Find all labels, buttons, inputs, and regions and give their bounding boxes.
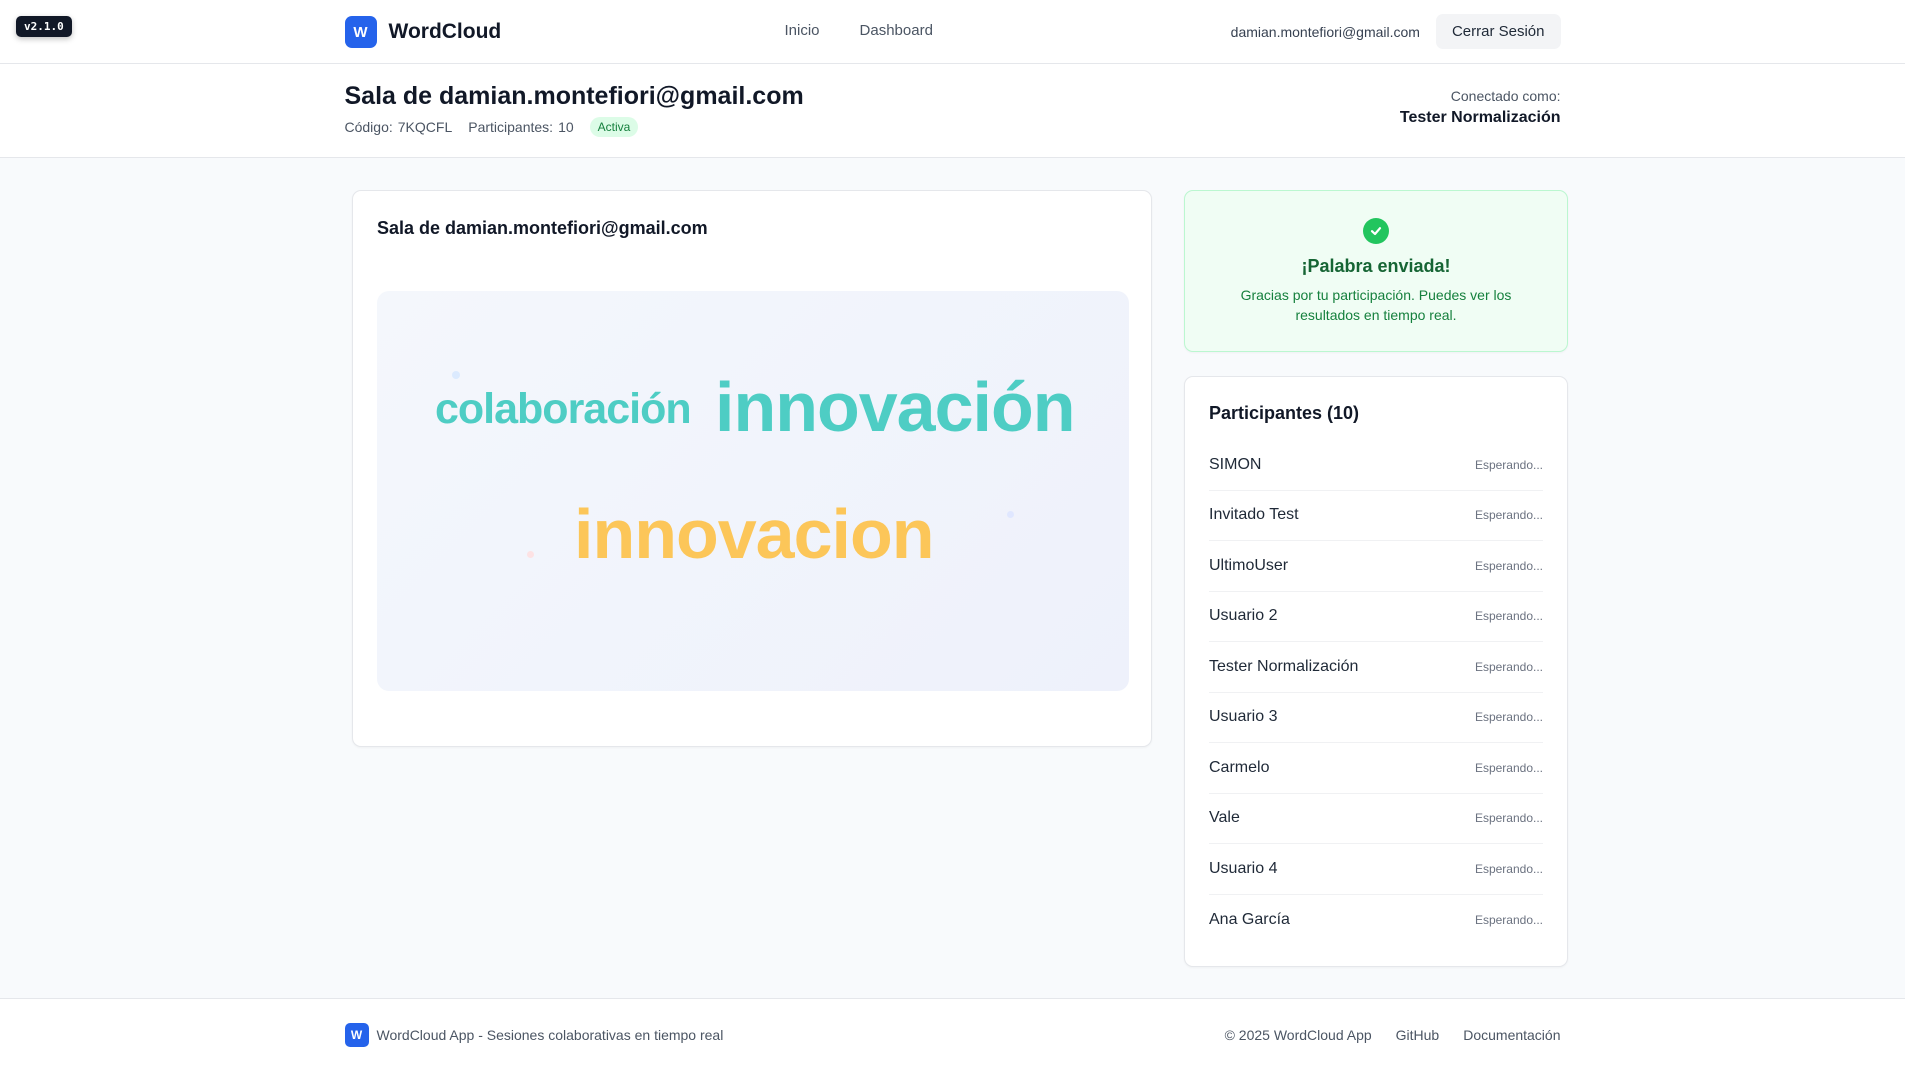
participant-status: Esperando... bbox=[1474, 609, 1543, 624]
list-item: Vale Esperando... bbox=[1209, 794, 1543, 844]
word-innovacion-accent: innovación bbox=[715, 368, 1075, 446]
list-item: Ana García Esperando... bbox=[1209, 895, 1543, 946]
list-item: Carmelo Esperando... bbox=[1209, 743, 1543, 794]
room-meta: Código: 7KQCFL Participantes: 10 Activa bbox=[345, 117, 639, 137]
room-code-value: 7KQCFL bbox=[397, 119, 453, 135]
connected-name: Tester Normalización bbox=[1399, 109, 1561, 126]
participant-status: Esperando... bbox=[1474, 558, 1543, 573]
decor-dot bbox=[1007, 511, 1014, 518]
participant-name: Tester Normalización bbox=[1209, 657, 1359, 675]
participant-status: Esperando... bbox=[1474, 508, 1543, 523]
room-code-label: Código: bbox=[344, 119, 393, 135]
list-item: SIMON Esperando... bbox=[1209, 440, 1543, 491]
participants-card: Participantes (10) SIMON Esperando... In… bbox=[1184, 376, 1568, 967]
word-innovacion: innovacion bbox=[574, 495, 934, 573]
brand-name: WordCloud bbox=[388, 20, 502, 43]
participant-name: Vale bbox=[1209, 809, 1240, 827]
footer: W WordCloud App - Sesiones colaborativas… bbox=[0, 998, 1905, 1072]
footer-tagline: WordCloud App - Sesiones colaborativas e… bbox=[376, 1027, 724, 1043]
word-cloud-canvas: colaboración innovación 2 innovacion 2 bbox=[377, 291, 1129, 691]
list-item: Tester Normalización Esperando... bbox=[1209, 642, 1543, 693]
list-item: UltimoUser Esperando... bbox=[1209, 541, 1543, 592]
brand-logo: W bbox=[344, 16, 377, 48]
participant-status: Esperando... bbox=[1474, 912, 1543, 927]
participants-title: Participantes (10) bbox=[1209, 403, 1360, 423]
participant-status: Esperando... bbox=[1474, 659, 1543, 674]
participant-name: Invitado Test bbox=[1209, 506, 1299, 524]
word-count-innovacion-accent: 2 bbox=[1062, 412, 1069, 424]
footer-copyright: © 2025 WordCloud App bbox=[1224, 1027, 1372, 1043]
room-participants: Participantes: 10 bbox=[468, 119, 573, 135]
room-participants-label: Participantes: bbox=[468, 119, 554, 135]
brand[interactable]: W WordCloud bbox=[344, 16, 502, 48]
footer-link-github[interactable]: GitHub bbox=[1396, 1027, 1440, 1043]
word-cloud-title: Sala de damian.montefiori@gmail.com bbox=[377, 218, 708, 238]
participants-list: SIMON Esperando... Invitado Test Esperan… bbox=[1209, 440, 1543, 945]
connected-as: Conectado como: Tester Normalización bbox=[1400, 88, 1561, 127]
main-content: Sala de damian.montefiori@gmail.com cola… bbox=[352, 190, 1568, 970]
success-title: ¡Palabra enviada! bbox=[1301, 256, 1451, 276]
decor-dot bbox=[452, 371, 460, 379]
participant-status: Esperando... bbox=[1474, 760, 1543, 775]
nav-link-inicio[interactable]: Inicio bbox=[785, 22, 820, 39]
participant-status: Esperando... bbox=[1474, 811, 1543, 826]
list-item: Usuario 3 Esperando... bbox=[1209, 693, 1543, 743]
list-item: Invitado Test Esperando... bbox=[1209, 491, 1543, 541]
room-header: Sala de damian.montefiori@gmail.com Códi… bbox=[0, 64, 1905, 158]
participant-name: Ana García bbox=[1209, 910, 1290, 928]
footer-links: © 2025 WordCloud App GitHub Documentació… bbox=[1225, 1027, 1561, 1043]
success-message: Gracias por tu participación. Puedes ver… bbox=[1240, 287, 1512, 323]
word-count-innovacion: 2 bbox=[924, 538, 931, 550]
participant-name: Usuario 4 bbox=[1209, 859, 1278, 877]
participant-status: Esperando... bbox=[1474, 861, 1543, 876]
room-participants-count: 10 bbox=[558, 119, 574, 135]
success-card: ¡Palabra enviada! Gracias por tu partici… bbox=[1184, 190, 1568, 352]
logout-button[interactable]: Cerrar Sesión bbox=[1435, 14, 1561, 49]
status-badge: Activa bbox=[589, 117, 639, 137]
participant-name: Usuario 2 bbox=[1209, 607, 1278, 625]
list-item: Usuario 4 Esperando... bbox=[1209, 844, 1543, 895]
footer-brand: W WordCloud App - Sesiones colaborativas… bbox=[344, 1023, 724, 1047]
top-navbar: W WordCloud Inicio Dashboard damian.mont… bbox=[0, 0, 1905, 64]
participant-name: Carmelo bbox=[1209, 758, 1270, 776]
connected-label: Conectado como: bbox=[1450, 88, 1561, 104]
decor-dot bbox=[527, 551, 534, 558]
page-title: Sala de damian.montefiori@gmail.com bbox=[344, 82, 804, 110]
footer-link-docs[interactable]: Documentación bbox=[1463, 1027, 1560, 1043]
user-email: damian.montefiori@gmail.com bbox=[1230, 23, 1420, 40]
room-code: Código: 7KQCFL bbox=[345, 119, 453, 135]
nav-link-dashboard[interactable]: Dashboard bbox=[860, 22, 933, 39]
footer-logo: W bbox=[344, 1023, 369, 1047]
participant-name: Usuario 3 bbox=[1209, 708, 1278, 726]
word-cloud-card: Sala de damian.montefiori@gmail.com cola… bbox=[352, 190, 1152, 747]
user-area: damian.montefiori@gmail.com Cerrar Sesió… bbox=[1231, 14, 1561, 49]
participant-status: Esperando... bbox=[1474, 710, 1543, 725]
check-circle-icon bbox=[1363, 218, 1389, 244]
main-nav: Inicio Dashboard bbox=[785, 22, 933, 39]
participant-status: Esperando... bbox=[1474, 457, 1543, 472]
word-colaboracion: colaboración bbox=[435, 385, 692, 433]
list-item: Usuario 2 Esperando... bbox=[1209, 592, 1543, 642]
version-badge: v2.1.0 bbox=[16, 16, 72, 37]
participant-name: UltimoUser bbox=[1209, 556, 1289, 574]
participant-name: SIMON bbox=[1209, 455, 1262, 473]
